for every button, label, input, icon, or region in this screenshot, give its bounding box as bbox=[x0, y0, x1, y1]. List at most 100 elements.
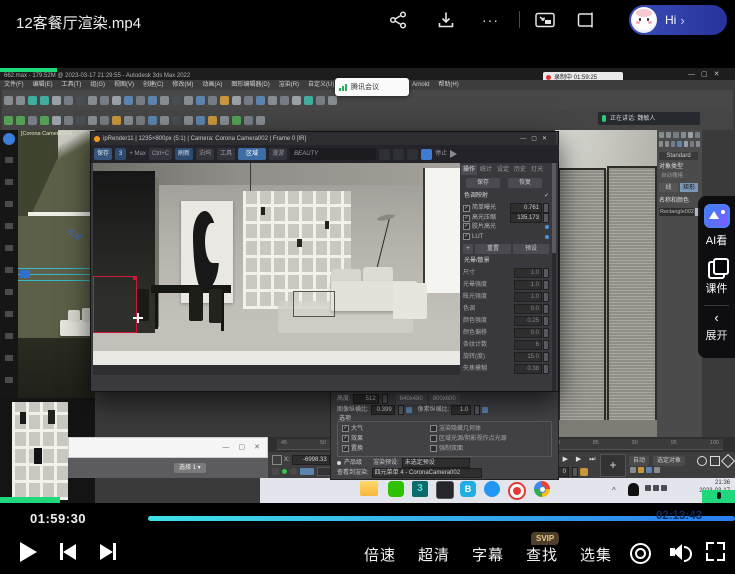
stop-icon bbox=[421, 149, 432, 160]
corona-logo-icon bbox=[94, 136, 100, 142]
video-frame[interactable]: 662.max - 179.52M @ 2023-03-17 21:29:55 … bbox=[0, 68, 735, 503]
preset-640-button: 640x480 bbox=[396, 394, 427, 404]
speaking-indicator: 正在讲话: 魏敏人 bbox=[598, 112, 700, 125]
player-controls: 倍速 超清 字幕 查找 SVIP 选集 bbox=[0, 530, 735, 574]
more-icon[interactable]: ··· bbox=[482, 12, 499, 28]
tone-row: ✓胶片高光 bbox=[463, 223, 549, 230]
zoom-in-icon bbox=[379, 149, 390, 160]
bloom-row: 旋转(度)15.0 bbox=[463, 352, 549, 362]
command-panel: Standard 对象类型 自动栅格 线 矩形 名称和颜色 Rectangle0… bbox=[657, 130, 702, 470]
vfb-side-panel: 操作 统计 设定 历史 灯光 保存 恢复 色调映射 ✓ ✓简单曝光 0.761 … bbox=[460, 163, 552, 391]
viewport-label: [Corona Camera002] bbox=[21, 132, 72, 138]
volume-button[interactable] bbox=[670, 543, 692, 561]
rectangle-button-active: 矩形 bbox=[680, 183, 698, 192]
meeting-mic-overlay bbox=[702, 490, 735, 503]
minimize-icon: — bbox=[223, 444, 230, 451]
find-button[interactable]: 查找 bbox=[526, 544, 558, 565]
vfb-pan-button: 漫游 bbox=[269, 148, 287, 160]
fullscreen-button[interactable] bbox=[706, 542, 725, 561]
lock-icon bbox=[406, 407, 412, 413]
viewport-nav-icons bbox=[697, 456, 735, 466]
picture-in-picture-icon[interactable] bbox=[534, 10, 554, 30]
move-cursor bbox=[133, 313, 143, 323]
zoom-fit-icon bbox=[407, 149, 418, 160]
standard-dropdown: Standard bbox=[659, 152, 698, 160]
netdisk-icon bbox=[484, 481, 500, 497]
mini-window-titlebar: — ▢ ✕ bbox=[68, 437, 268, 458]
mini-window: — ▢ ✕ 选择 1 ▾ bbox=[68, 437, 268, 478]
vfb-stop-label: 停止 bbox=[435, 151, 447, 157]
max-window-controls: —▢✕ bbox=[688, 71, 726, 78]
courseware-button[interactable]: 课件 bbox=[698, 248, 735, 296]
vfb-refresh-button: 刷新 bbox=[175, 148, 193, 160]
menu-animation: 动画(A) bbox=[202, 82, 222, 88]
render-image bbox=[93, 163, 460, 375]
svip-badge: SVIP bbox=[531, 532, 559, 545]
tab-lightmix: 灯光 bbox=[529, 165, 545, 175]
tone-row: ✓简单曝光 0.761 bbox=[463, 203, 549, 213]
bloom-row: 颜色偏移0.0 bbox=[463, 328, 549, 338]
aspect-row: 图像纵横比: 0.399 像素纵横比: 1.0 bbox=[337, 405, 488, 415]
vfb-3-button: 3 bbox=[115, 148, 126, 160]
next-button[interactable] bbox=[100, 543, 116, 560]
cast-button[interactable] bbox=[630, 543, 651, 564]
account-button[interactable]: Hi › bbox=[629, 5, 727, 35]
lock-icon bbox=[482, 407, 488, 413]
render-preset-row: 产品级 渲染预设: 未选定预设 bbox=[337, 458, 470, 468]
render-region-rect bbox=[93, 276, 137, 333]
vfb-tools-button: 工具 bbox=[217, 148, 235, 160]
render-play-icon bbox=[450, 150, 457, 158]
play-button[interactable] bbox=[20, 542, 37, 562]
subtitle-button[interactable]: 字幕 bbox=[472, 544, 504, 565]
download-icon[interactable] bbox=[436, 10, 456, 30]
speed-button[interactable]: 倍速 bbox=[364, 544, 396, 565]
video-title: 12客餐厅渲染.mp4 bbox=[16, 12, 141, 33]
tone-mapping-header: 色调映射 bbox=[464, 193, 488, 199]
vfb-restore-button: 恢复 bbox=[508, 178, 542, 188]
episodes-button[interactable]: 选集 bbox=[580, 544, 612, 565]
menu-arnold: Arnold bbox=[412, 82, 429, 88]
menu-group: 组(G) bbox=[90, 82, 105, 88]
chevron-left-icon: ‹ bbox=[698, 310, 735, 325]
green-status-dot bbox=[282, 469, 287, 474]
wechat-icon bbox=[388, 481, 404, 497]
green-accent-bar bbox=[0, 497, 60, 503]
vfb-region-button-active: 区域 bbox=[238, 148, 266, 160]
speaking-text: 正在讲话: 魏敏人 bbox=[610, 116, 655, 122]
output-size-row: 高度: 512 640x480 800x600 bbox=[337, 394, 460, 404]
zoom-out-icon bbox=[393, 149, 404, 160]
tab-history: 历史 bbox=[512, 165, 528, 175]
render-setup-dialog: 高度: 512 640x480 800x600 图像纵横比: 0.399 像素纵… bbox=[330, 390, 559, 480]
ai-view-button[interactable]: AI看 bbox=[698, 196, 735, 248]
expand-button[interactable]: ‹ 展开 bbox=[698, 306, 735, 343]
max-title: 662.max - 179.52M @ 2023-03-17 21:29:55 … bbox=[4, 73, 190, 79]
tone-row: ✓高光压缩 135.173 bbox=[463, 213, 549, 223]
viewport-watermark: ILM bbox=[67, 227, 83, 242]
progress-bar[interactable] bbox=[148, 516, 735, 521]
vfb-save-image-button: 保存 bbox=[466, 178, 500, 188]
minimize-icon: — bbox=[688, 71, 701, 78]
app-dot-icon bbox=[3, 133, 15, 145]
key-icon bbox=[580, 468, 588, 476]
menu-graph-editors: 图形编辑器(D) bbox=[231, 82, 269, 88]
mini-window-combo: 选择 1 ▾ bbox=[174, 463, 206, 473]
avatar bbox=[631, 7, 657, 33]
recorder-icon bbox=[508, 482, 526, 500]
menu-create: 创建(C) bbox=[143, 82, 163, 88]
tray-icons bbox=[644, 485, 668, 491]
bloom-row: 光晕强度1.0 bbox=[463, 280, 549, 290]
menu-rendering: 渲染(R) bbox=[279, 82, 299, 88]
expand-label: 展开 bbox=[698, 327, 735, 343]
vfb-channel-dropdown: BEAUTY bbox=[290, 148, 376, 160]
tab-operations: 操作 bbox=[461, 165, 477, 175]
preset-800-button: 800x600 bbox=[429, 394, 460, 404]
previous-button[interactable] bbox=[60, 543, 76, 560]
courseware-icon bbox=[708, 258, 726, 276]
vfb-max-label: + Max bbox=[129, 151, 146, 157]
quality-button[interactable]: 超清 bbox=[418, 544, 450, 565]
share-icon[interactable] bbox=[388, 10, 408, 30]
dock-window-icon[interactable] bbox=[575, 10, 595, 30]
menu-views: 视图(V) bbox=[114, 82, 134, 88]
ai-view-icon bbox=[704, 204, 730, 228]
key-filter-icons bbox=[629, 467, 661, 473]
